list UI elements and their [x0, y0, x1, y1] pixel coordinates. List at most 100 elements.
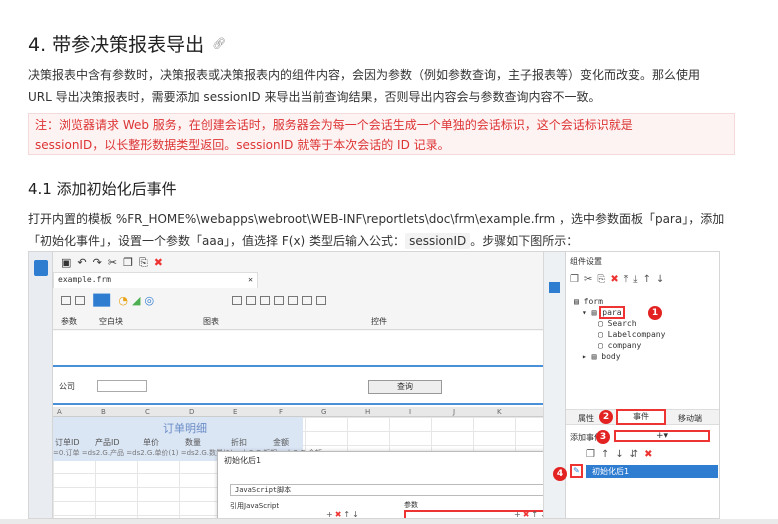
copy-icon[interactable]: ❐	[123, 256, 133, 270]
edit-event-icon[interactable]: ✎	[570, 464, 583, 478]
component-settings-panel: 组件设置 ❐ ✂ ⎘ ✖ ⤒ ⤓ ↑ ↓ ▤ form ▾ ▤ para ▢ S…	[565, 252, 719, 518]
copy-event-icon[interactable]: ❐	[586, 449, 595, 460]
designer-screenshot: ▣ ↶ ↷ ✂ ❐ ⎘ ✖ example.frm ✕ ▐█▌ ◔ ◢ ◎ 参数…	[28, 251, 720, 519]
step-line-1: 打开内置的模板 %FR_HOME%\webapps\webroot\WEB-IN…	[28, 212, 725, 226]
chart-bar-icon[interactable]: ▐█▌	[89, 294, 114, 307]
tree-item-form[interactable]: ▤ form	[574, 296, 665, 307]
chart-area-icon[interactable]: ◢	[132, 294, 140, 307]
dialog-ref-label: 引用JavaScript	[230, 502, 280, 510]
column-header: A B C D E F G H I J K	[53, 407, 543, 417]
left-toolbar	[29, 252, 53, 518]
move-up-icon[interactable]: ↑	[601, 449, 609, 460]
tab-properties[interactable]: 属性	[578, 413, 594, 424]
delete-icon[interactable]: ✖	[154, 256, 163, 270]
report-title: 订单明细	[163, 422, 207, 435]
step-badge-3: 3	[596, 430, 610, 444]
settings-tabs: 属性 事件 移动端	[566, 409, 719, 425]
move-down-icon[interactable]: ↓	[656, 274, 664, 285]
step-paragraph: 打开内置的模板 %FR_HOME%\webapps\webroot\WEB-IN…	[28, 208, 740, 252]
combo-widget-icon[interactable]	[260, 296, 271, 305]
panel-title: 组件设置	[570, 257, 602, 266]
tab-events[interactable]: 事件	[616, 409, 666, 425]
checkbox-widget-icon[interactable]	[288, 296, 299, 305]
tree-widget-icon[interactable]	[316, 296, 327, 305]
sort-icon[interactable]: ⇵	[630, 449, 638, 460]
event-dialog: 初始化后1 JavaScript脚本 引用JavaScript +✖↑↓ 参数 …	[217, 451, 565, 518]
add-event-dropdown[interactable]: +▾	[614, 430, 710, 442]
file-tab-label: example.frm	[58, 275, 111, 284]
chart-pie-icon[interactable]: ◔	[118, 294, 128, 307]
chart-map-icon[interactable]: ◎	[144, 294, 154, 307]
redo-icon[interactable]: ↷	[93, 256, 102, 270]
tree-item-company[interactable]: ▢ company	[574, 340, 665, 351]
event-tools: ❐ ↑ ↓ ⇵ ✖	[586, 449, 653, 460]
col-i: I	[409, 408, 412, 416]
parameter-panel[interactable]: 公司 查询	[53, 365, 552, 405]
step-badge-2: 2	[599, 410, 613, 424]
text-widget-icon[interactable]	[246, 296, 257, 305]
move-up-icon[interactable]: ↑	[643, 274, 651, 285]
subsection-heading: 4.1 添加初始化后事件	[28, 180, 177, 198]
report-header: 数量	[185, 438, 201, 447]
button-widget-icon[interactable]	[232, 296, 243, 305]
page-bottom-divider	[0, 519, 778, 524]
col-j: J	[453, 408, 456, 416]
tree-item-search[interactable]: ▢ Search	[574, 318, 665, 329]
ref-tools-icon[interactable]: +✖↑↓	[326, 510, 361, 518]
note-line-1: 注：浏览器请求 Web 服务，在创建会话时，服务器会为每一个会话生成一个单独的会…	[35, 118, 633, 132]
save-icon[interactable]: ▣	[61, 256, 71, 270]
intro-line-1: 决策报表中含有参数时，决策报表或决策报表内的组件内容，会因为参数（例如参数查询，…	[28, 68, 701, 82]
group-label-chart: 图表	[203, 317, 219, 326]
toolbar-group-labels: 参数 空白块 图表 控件	[53, 314, 543, 330]
cut-icon[interactable]: ✂	[108, 256, 117, 270]
link-icon[interactable]: 🔗︎	[212, 37, 226, 50]
col-k: K	[497, 408, 502, 416]
file-tab[interactable]: example.frm ✕	[53, 272, 258, 288]
list-widget-icon[interactable]	[302, 296, 313, 305]
dialog-type-select[interactable]: JavaScript脚本	[230, 484, 558, 496]
group-label-block: 空白块	[99, 317, 123, 326]
delete-icon[interactable]: ✖	[610, 274, 618, 285]
move-bottom-icon[interactable]: ⤓	[633, 274, 637, 285]
copy-icon[interactable]: ❐	[570, 274, 579, 285]
tab-mobile[interactable]: 移动端	[678, 413, 702, 424]
close-tab-icon[interactable]: ✕	[248, 273, 253, 287]
report-header: 单价	[143, 438, 159, 447]
step-text-end: 。步骤如下图所示：	[470, 234, 579, 248]
group-label-widget: 控件	[371, 317, 387, 326]
designer-toolbar: ▣ ↶ ↷ ✂ ❐ ⎘ ✖ example.frm ✕ ▐█▌ ◔ ◢ ◎ 参数…	[53, 252, 543, 330]
param-label: 公司	[59, 382, 75, 391]
col-c: C	[145, 408, 150, 416]
paste-icon[interactable]: ⎘	[139, 256, 148, 270]
component-panel-icon[interactable]	[549, 282, 560, 293]
report-header: 折扣	[231, 438, 247, 447]
move-top-icon[interactable]: ⤒	[624, 274, 628, 285]
inline-code: sessionID	[405, 233, 471, 249]
param-select[interactable]	[97, 380, 147, 392]
col-h: H	[365, 408, 371, 416]
move-down-icon[interactable]: ↓	[615, 449, 623, 460]
tree-item-labelcompany[interactable]: ▢ Labelcompany	[574, 329, 665, 340]
intro-paragraph: 决策报表中含有参数时，决策报表或决策报表内的组件内容，会因为参数（例如参数查询，…	[28, 64, 740, 108]
query-button[interactable]: 查询	[368, 380, 442, 394]
app-logo-icon	[34, 260, 48, 276]
group-label-param: 参数	[61, 317, 77, 326]
undo-icon[interactable]: ↶	[77, 256, 86, 270]
quick-toolbar: ▣ ↶ ↷ ✂ ❐ ⎘ ✖	[61, 256, 163, 270]
date-widget-icon[interactable]	[274, 296, 285, 305]
warning-note: 注：浏览器请求 Web 服务，在创建会话时，服务器会为每一个会话生成一个单独的会…	[28, 113, 735, 155]
event-item-selected[interactable]: 初始化后1	[586, 465, 718, 478]
cut-icon[interactable]: ✂	[584, 274, 592, 285]
intro-line-2: URL 导出决策报表时，需要添加 sessionID 来导出当前查询结果，否则导…	[28, 90, 601, 104]
note-line-2: sessionID，以长整形数据类型返回。sessionID 就等于本次会话的 …	[35, 138, 450, 152]
section-heading-text: 4. 带参决策报表导出	[28, 34, 205, 56]
report-header: 金额	[273, 438, 289, 447]
section-heading: 4. 带参决策报表导出 🔗︎	[28, 30, 226, 57]
tree-item-body[interactable]: ▸ ▤ body	[574, 351, 665, 362]
paste-icon[interactable]: ⎘	[597, 274, 605, 285]
report-header: 订单ID	[55, 438, 80, 447]
delete-event-icon[interactable]: ✖	[644, 449, 652, 460]
block-icon[interactable]	[75, 296, 85, 305]
param-icon[interactable]	[61, 296, 71, 305]
col-g: G	[321, 408, 327, 416]
